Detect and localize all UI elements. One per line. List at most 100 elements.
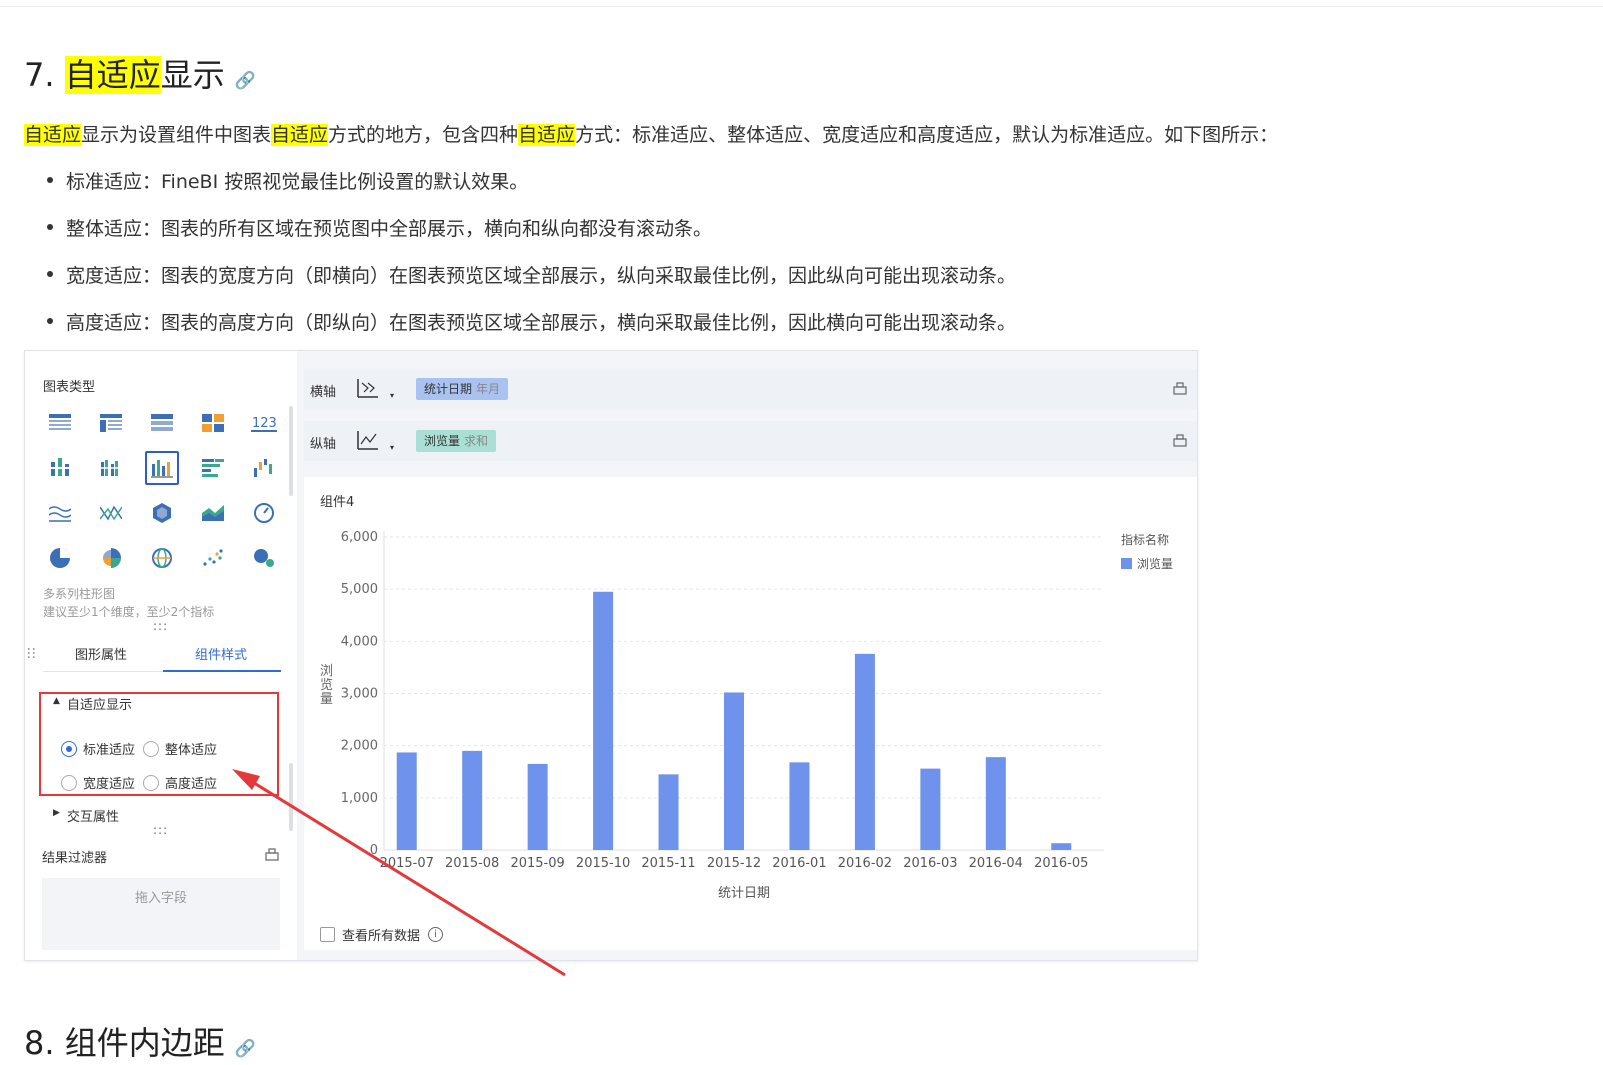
intro-text-1: 显示为设置组件中图表: [81, 124, 272, 146]
interaction-section[interactable]: 交互属性: [67, 806, 119, 825]
grouped-table-icon[interactable]: [94, 406, 128, 440]
tab-component-style[interactable]: 组件样式: [195, 644, 247, 663]
rose-pie-icon[interactable]: [94, 541, 128, 575]
y-tick-label: 4,000: [341, 634, 378, 649]
area-line-icon[interactable]: [43, 496, 77, 530]
chart-type-scrollbar[interactable]: [289, 406, 293, 496]
bar: [920, 768, 941, 850]
area-chart-icon[interactable]: [196, 496, 230, 530]
pill-label: 统计日期: [424, 382, 473, 396]
waterfall-icon[interactable]: [247, 451, 281, 485]
x-field-pill[interactable]: 统计日期 年月: [416, 378, 509, 400]
pill-label: 浏览量: [424, 434, 461, 448]
bar-chart: 0 1,000 2,000 3,000 4,000 5,000 6,000 2015-07 20…: [341, 530, 1173, 901]
checkbox-label: 查看所有数据: [342, 929, 421, 944]
x-tick-label: 2016-05: [1034, 856, 1088, 871]
bar: [593, 591, 614, 850]
y-tick-label: 0: [370, 843, 378, 858]
x-axis-row: 横轴 ▾ 统计日期 年月: [304, 369, 1197, 409]
y-tick-label: 3,000: [341, 687, 378, 702]
map-icon[interactable]: [145, 541, 179, 575]
horizontal-bar-icon[interactable]: [196, 451, 230, 485]
multi-series-bar-icon[interactable]: [145, 451, 179, 485]
x-axis-label: 横轴: [310, 385, 337, 400]
polygon-icon[interactable]: [145, 496, 179, 530]
chart-type-hint: 建议至少1个维度，至少2个指标: [43, 605, 215, 619]
y-tick-label: 1,000: [341, 791, 378, 806]
x-axis-lock-icon[interactable]: [1173, 381, 1187, 399]
bar: [789, 762, 810, 850]
kpi-card-icon[interactable]: [196, 406, 230, 440]
intro-paragraph: 自适应显示为设置组件中图表自适应方式的地方，包含四种自适应方式：标准适应、整体适…: [24, 120, 1278, 147]
link-icon[interactable]: 🔗: [235, 1039, 256, 1059]
intro-hl-1: 自适应: [24, 124, 82, 146]
dimension-axis-icon[interactable]: [356, 377, 380, 403]
chart-type-name: 多系列柱形图: [43, 587, 116, 601]
chart-container: 组件4 浏览量 0 1,000 2,000 3,000 4,000 5,000 6,000 2…: [304, 477, 1197, 950]
list-item: 宽度适应：图表的宽度方向（即横向）在图表预览区域全部展示，纵向采取最佳比例，因此…: [46, 261, 1016, 308]
bar: [854, 653, 875, 850]
bubble-icon[interactable]: [247, 541, 281, 575]
top-divider: [0, 6, 1603, 7]
resize-grip[interactable]: :::: [153, 619, 168, 633]
y-tick-label: 2,000: [341, 739, 378, 754]
legend-title: 指标名称: [1121, 532, 1169, 547]
heading-rest: 显示: [160, 56, 225, 94]
embedded-screenshot: 图表类型 123 多系列柱形图 建议至少1个维度，至少2个指标:::::: …: [24, 350, 1198, 961]
svg-text:123: 123: [252, 416, 277, 431]
y-field-pill[interactable]: 浏览量 求和: [416, 430, 497, 452]
filter-lock-icon[interactable]: [265, 847, 279, 865]
measure-axis-icon[interactable]: [356, 429, 380, 455]
tab-graph-properties[interactable]: 图形属性: [75, 644, 127, 663]
active-tab-indicator: [163, 670, 281, 672]
legend-swatch: [1121, 558, 1132, 569]
view-all-data-checkbox[interactable]: 查看所有数据 i: [320, 925, 444, 944]
side-resize-grip[interactable]: :::: [25, 647, 39, 659]
resize-grip[interactable]: :::: [153, 823, 168, 837]
gauge-icon[interactable]: [247, 496, 281, 530]
grouped-bar-icon[interactable]: [94, 451, 128, 485]
x-tick-label: 2016-02: [838, 856, 892, 871]
info-icon[interactable]: i: [428, 927, 444, 942]
number-card-icon[interactable]: 123: [247, 406, 281, 440]
intro-hl-3: 自适应: [518, 124, 576, 146]
bar: [462, 750, 483, 850]
x-tick-label: 2016-04: [969, 856, 1023, 871]
property-tabs: 图形属性 组件样式: [43, 636, 281, 672]
y-axis-row: 纵轴 ▾ 浏览量 求和: [304, 421, 1197, 461]
filter-drop-zone[interactable]: 拖入字段: [42, 878, 280, 950]
style-scrollbar[interactable]: [289, 763, 293, 831]
left-config-panel: 图表类型 123 多系列柱形图 建议至少1个维度，至少2个指标:::::: …: [25, 351, 297, 960]
y-tick-label: 5,000: [341, 582, 378, 597]
chart-type-label: 图表类型: [43, 380, 96, 395]
collapsed-caret-icon[interactable]: ▶: [53, 808, 60, 818]
intro-hl-2: 自适应: [271, 124, 329, 146]
bar: [1051, 843, 1072, 850]
result-filter-label: 结果过滤器: [42, 851, 108, 866]
adaptive-mode-list: 标准适应：FineBI 按照视觉最佳比例设置的默认效果。 整体适应：图表的所有区…: [46, 167, 1016, 355]
x-tick-label: 2015-12: [707, 856, 761, 871]
stacked-bar-icon[interactable]: [43, 451, 77, 485]
y-axis-lock-icon[interactable]: [1173, 433, 1187, 451]
radar-line-icon[interactable]: [94, 496, 128, 530]
x-tick-label: 2015-08: [445, 856, 499, 871]
y-axis-caret-icon[interactable]: ▾: [390, 443, 394, 452]
x-tick-label: 2015-09: [510, 856, 564, 871]
annotation-highlight-box: [39, 692, 279, 796]
scatter-icon[interactable]: [196, 541, 230, 575]
intro-text-3: 方式：标准适应、整体适应、宽度适应和高度适应，默认为标准适应。如下图所示：: [575, 124, 1279, 146]
intro-text-2: 方式的地方，包含四种: [328, 124, 519, 146]
x-axis-caret-icon[interactable]: ▾: [390, 391, 394, 400]
list-item: 整体适应：图表的所有区域在预览图中全部展示，横向和纵向都没有滚动条。: [46, 214, 1016, 261]
x-axis-title: 统计日期: [718, 886, 770, 901]
bar: [724, 692, 744, 850]
y-axis-label: 纵轴: [310, 437, 337, 452]
link-icon[interactable]: 🔗: [235, 71, 256, 91]
table-icon[interactable]: [43, 406, 77, 440]
y-tick-label: 6,000: [341, 530, 378, 545]
detail-table-icon[interactable]: [145, 406, 179, 440]
pie-icon[interactable]: [43, 541, 77, 575]
section-7-heading: 7. 自适应显示 🔗: [24, 50, 256, 96]
list-item: 标准适应：FineBI 按照视觉最佳比例设置的默认效果。: [46, 167, 1016, 214]
heading-highlight: 自适应: [64, 56, 161, 94]
